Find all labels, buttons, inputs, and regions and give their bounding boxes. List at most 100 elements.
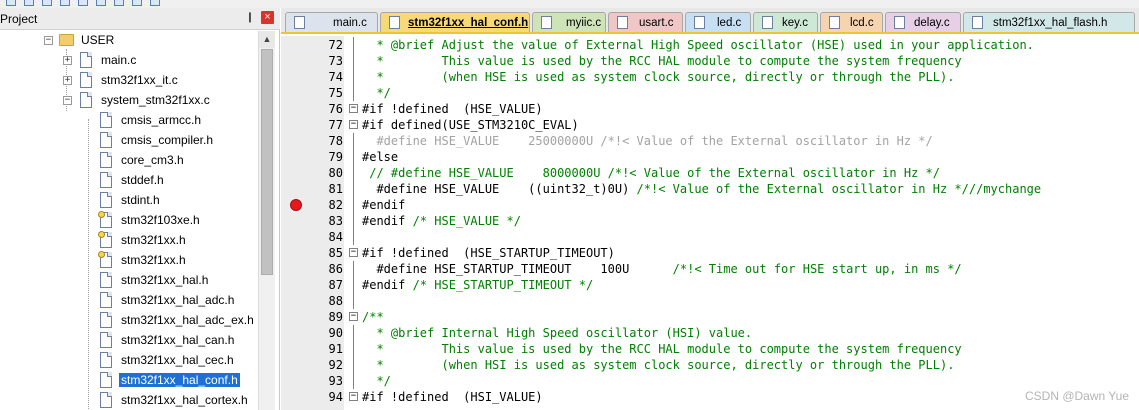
code-line[interactable]: 94− #if !defined (HSI_VALUE) [0,389,858,405]
line-number: 83 [328,214,343,228]
code-line[interactable]: 79 #else [0,149,858,165]
tab-label: myiic.c [566,17,602,29]
tab-usart-c[interactable]: usart.c [608,12,683,32]
code-text: #endif /* HSE_VALUE */ [362,214,521,228]
project-panel-title: Project [0,12,38,26]
code-text: */ [362,86,391,100]
toolbar-button-icon[interactable] [132,0,142,6]
toolbar-button-icon[interactable] [60,0,70,6]
code-text: * (when HSI is used as system clock sour… [362,358,955,372]
line-number: 81 [328,182,343,196]
header-file-icon [972,16,983,29]
fold-guide-line [353,229,354,245]
code-line[interactable]: 75 */ [0,85,858,101]
tab-lcd-c[interactable]: lcd.c [820,12,883,32]
code-text: #if defined(USE_STM3210C_EVAL) [362,118,579,132]
code-text: * This value is used by the RCC HAL modu… [362,342,962,356]
toolbar-button-icon[interactable] [24,0,34,6]
code-text: #define HSE_VALUE ((uint32_t)0U) /*!< Va… [362,182,1042,196]
tab-key-c[interactable]: key.c [753,12,818,32]
toolbar-button-icon[interactable] [150,0,160,6]
fold-toggle-icon[interactable]: − [349,248,358,257]
tab-label: lcd.c [850,17,874,29]
close-icon[interactable]: × [261,11,274,24]
code-line[interactable]: 72 * @brief Adjust the value of External… [0,37,1034,53]
code-line[interactable]: 89−/** [0,309,858,325]
tab-myiic-c[interactable]: myiic.c [532,12,606,32]
fold-guide-line [353,277,354,293]
tab-delay-c[interactable]: delay.c [885,12,961,32]
fold-toggle-icon[interactable]: − [349,104,358,113]
code-line[interactable]: 88 [0,293,858,309]
fold-guide-line [353,149,354,165]
fold-guide-line [353,261,354,277]
fold-guide-line [353,181,354,197]
line-number: 87 [328,278,343,292]
fold-toggle-icon[interactable]: − [349,312,358,321]
code-line[interactable]: 90 * @brief Internal High Speed oscillat… [0,325,858,341]
code-line[interactable]: 78 #define HSE_VALUE 25000000U /*!< Valu… [0,133,933,149]
code-line[interactable]: 93 */ [0,373,858,389]
breakpoint-icon[interactable] [290,199,302,211]
line-number: 76 [328,102,343,116]
code-line[interactable]: 87 #endif /* HSE_STARTUP_TIMEOUT */ [0,277,858,293]
code-line[interactable]: 92 * (when HSI is used as system clock s… [0,357,954,373]
tab-stm32f1xx-hal-conf-h[interactable]: stm32f1xx_hal_conf.h [380,12,530,32]
code-text: /** [362,310,384,324]
toolbar-button-icon[interactable] [96,0,106,6]
code-text: #endif /* HSE_STARTUP_TIMEOUT */ [362,278,594,292]
fold-toggle-icon[interactable]: − [349,120,358,129]
code-line[interactable]: 73 * This value is used by the RCC HAL m… [0,53,962,69]
line-number: 91 [328,342,343,356]
code-line[interactable]: 83 #endif /* HSE_VALUE */ [0,213,858,229]
code-line[interactable]: 84 [0,229,858,245]
header-file-icon [389,16,400,29]
code-line[interactable]: 74 * (when HSE is used as system clock s… [0,69,954,85]
line-number: 94 [328,390,343,404]
fold-guide-line [353,37,354,53]
c-file-icon [617,16,628,29]
watermark: CSDN @Dawn Yue [1024,389,1129,403]
fold-guide-line [353,197,354,213]
code-text: * (when HSE is used as system clock sour… [362,70,955,84]
tab-label: usart.c [639,17,674,29]
c-file-icon [762,16,773,29]
fold-guide-line [353,85,354,101]
code-text: #else [362,150,399,164]
code-text: #if !defined (HSI_VALUE) [362,390,543,404]
c-file-icon [894,16,905,29]
line-number: 80 [328,166,343,180]
line-number: 85 [328,246,343,260]
toolbar-button-icon[interactable] [114,0,124,6]
code-line[interactable]: 82 #endif [0,197,858,213]
toolbar-button-icon[interactable] [78,0,88,6]
line-number: 77 [328,118,343,132]
tab-led-c[interactable]: led.c [685,12,751,32]
code-line[interactable]: 86 #define HSE_STARTUP_TIMEOUT 100U /*!<… [0,261,962,277]
toolbar-button-icon[interactable] [6,0,16,6]
line-number: 90 [328,326,343,340]
code-text: // #define HSE_VALUE 8000000U /*!< Value… [362,166,940,180]
fold-toggle-icon[interactable]: − [349,392,358,401]
code-text: #endif [362,198,406,212]
code-line[interactable]: 81 #define HSE_VALUE ((uint32_t)0U) /*!<… [0,181,1041,197]
fold-guide-line [353,69,354,85]
code-line[interactable]: 91 * This value is used by the RCC HAL m… [0,341,962,357]
line-number: 93 [328,374,343,388]
code-line[interactable]: 76− #if !defined (HSE_VALUE) [0,101,858,117]
line-number: 86 [328,262,343,276]
pin-icon[interactable]: ❙ [243,11,257,25]
code-line[interactable]: 80 // #define HSE_VALUE 8000000U /*!< Va… [0,165,940,181]
code-line[interactable]: 85− #if !defined (HSE_STARTUP_TIMEOUT) [0,245,858,261]
line-number: 73 [328,54,343,68]
tab-main-c[interactable]: main.c [285,12,378,32]
code-text: #define HSE_VALUE 25000000U /*!< Value o… [362,134,933,148]
code-text: #define HSE_STARTUP_TIMEOUT 100U /*!< Ti… [362,262,962,276]
code-line[interactable]: 77− #if defined(USE_STM3210C_EVAL) [0,117,858,133]
toolbar-button-icon[interactable] [42,0,52,6]
code-text: #if !defined (HSE_VALUE) [362,102,543,116]
tab-stm32f1xx-hal-flash-h[interactable]: stm32f1xx_hal_flash.h [963,12,1135,32]
tab-label: led.c [717,17,742,29]
c-file-icon [294,16,305,29]
line-number: 72 [328,38,343,52]
